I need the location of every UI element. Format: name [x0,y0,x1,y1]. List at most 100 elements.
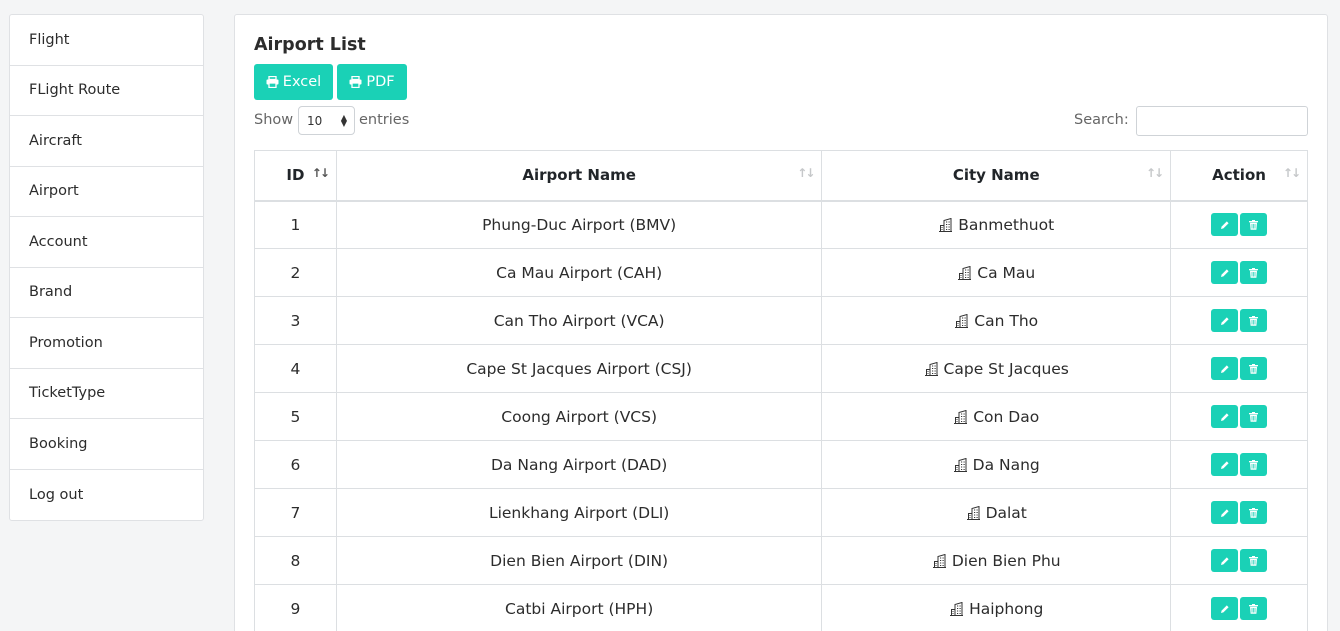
sidebar-item-label: Booking [29,435,88,452]
cell-city-name: Can Tho [821,296,1172,345]
delete-button[interactable] [1240,261,1268,284]
entries-select-value: 10 [307,113,323,128]
cell-action [1170,440,1308,489]
sidebar-item-promotion[interactable]: Promotion [10,318,203,369]
table-header-row: ID ↑↓ Airport Name ↑↓ City Name ↑↓ Action ↑↓ [254,150,1308,202]
delete-button[interactable] [1240,549,1268,572]
cell-action [1170,248,1308,297]
table-row: 9 Catbi Airport (HPH) Haiphong [254,584,1308,631]
select-caret-icon: ▲ ▼ [340,113,347,128]
cell-city-name: Dalat [821,488,1172,537]
city-name-label: Da Nang [972,455,1040,474]
cell-airport-name: Phung-Duc Airport (BMV) [335,200,823,249]
city-name-label: Cape St Jacques [943,359,1069,378]
table-body: 1 Phung-Duc Airport (BMV) Banmethuot 2 Ca Ma… [254,200,1308,631]
table-row: 5 Coong Airport (VCS) Con Dao [254,392,1308,441]
sidebar-item-airport[interactable]: Airport [10,167,203,217]
cell-airport-name: Ca Mau Airport (CAH) [335,248,823,297]
city-name-label: Can Tho [974,311,1039,330]
building-icon [950,601,964,616]
search-input[interactable] [1136,106,1308,136]
trash-icon [1249,459,1259,470]
pencil-icon [1220,364,1229,373]
airport-list-panel: Airport List Excel PDF Show 10 ▲ ▼ entrie… [234,14,1328,631]
trash-icon [1249,411,1259,422]
pencil-icon [1220,412,1229,421]
edit-button[interactable] [1211,501,1239,524]
cell-id: 8 [254,536,337,585]
column-header-airport-name[interactable]: Airport Name ↑↓ [335,150,823,202]
trash-icon [1249,555,1259,566]
cell-airport-name: Can Tho Airport (VCA) [335,296,823,345]
sidebar-item-logout[interactable]: Log out [10,470,203,521]
sidebar-item-flight[interactable]: Flight [10,15,203,66]
column-header-label: City Name [952,166,1040,185]
sidebar-item-brand[interactable]: Brand [10,268,203,318]
edit-button[interactable] [1211,405,1239,428]
cell-city-name: Dien Bien Phu [821,536,1172,585]
column-header-id[interactable]: ID ↑↓ [254,150,337,202]
search-label: Search: [1074,112,1129,128]
building-icon [924,361,938,376]
sidebar-item-flight-route[interactable]: FLight Route [10,66,203,116]
cell-airport-name: Catbi Airport (HPH) [335,584,823,631]
sidebar-item-tickettype[interactable]: TicketType [10,369,203,419]
building-icon [954,409,968,424]
sidebar-item-account[interactable]: Account [10,217,203,268]
table-row: 3 Can Tho Airport (VCA) Can Tho [254,296,1308,345]
sidebar-item-label: Account [29,233,88,250]
cell-city-name: Da Nang [821,440,1172,489]
building-icon [932,553,946,568]
building-icon [955,313,969,328]
column-header-label: ID [286,166,305,185]
table-row: 6 Da Nang Airport (DAD) Da Nang [254,440,1308,489]
cell-city-name: Ca Mau [821,248,1172,297]
delete-button[interactable] [1240,453,1268,476]
delete-button[interactable] [1240,501,1268,524]
entries-select[interactable]: 10 ▲ ▼ [298,106,355,135]
cell-city-name: Haiphong [821,584,1172,631]
cell-action [1170,344,1308,393]
edit-button[interactable] [1211,213,1239,237]
sidebar-item-aircraft[interactable]: Aircraft [10,116,203,167]
airport-table: ID ↑↓ Airport Name ↑↓ City Name ↑↓ Action ↑↓… [254,150,1308,631]
delete-button[interactable] [1240,213,1268,237]
printer-icon [349,76,362,88]
delete-button[interactable] [1240,405,1268,428]
delete-button[interactable] [1240,597,1268,620]
edit-button[interactable] [1211,549,1239,572]
edit-button[interactable] [1211,261,1239,284]
pencil-icon [1220,316,1229,325]
export-pdf-button[interactable]: PDF [337,64,407,100]
sidebar-item-label: Log out [29,486,84,503]
cell-action [1170,488,1308,537]
sidebar-item-label: Flight [29,31,70,48]
building-icon [958,265,972,280]
show-label: Show [254,112,294,128]
building-icon [953,457,967,472]
cell-id: 1 [254,200,337,249]
cell-city-name: Con Dao [821,392,1172,441]
export-excel-button[interactable]: Excel [254,64,333,100]
trash-icon [1249,267,1259,278]
pencil-icon [1220,460,1229,469]
cell-airport-name: Lienkhang Airport (DLI) [335,488,823,537]
column-header-action[interactable]: Action ↑↓ [1170,150,1308,202]
edit-button[interactable] [1211,597,1239,620]
entries-label: entries [359,112,410,128]
edit-button[interactable] [1211,453,1239,476]
city-name-label: Banmethuot [958,215,1055,234]
cell-id: 7 [254,488,337,537]
column-header-label: Action [1212,166,1266,185]
page-title: Airport List [254,35,366,55]
column-header-city-name[interactable]: City Name ↑↓ [821,150,1172,202]
edit-button[interactable] [1211,357,1239,380]
city-name-label: Haiphong [969,599,1044,618]
pencil-icon [1220,508,1229,517]
sidebar-item-booking[interactable]: Booking [10,419,203,470]
delete-button[interactable] [1240,309,1268,332]
sort-icon: ↑↓ [1282,166,1301,180]
delete-button[interactable] [1240,357,1268,380]
table-row: 2 Ca Mau Airport (CAH) Ca Mau [254,248,1308,297]
edit-button[interactable] [1211,309,1239,332]
